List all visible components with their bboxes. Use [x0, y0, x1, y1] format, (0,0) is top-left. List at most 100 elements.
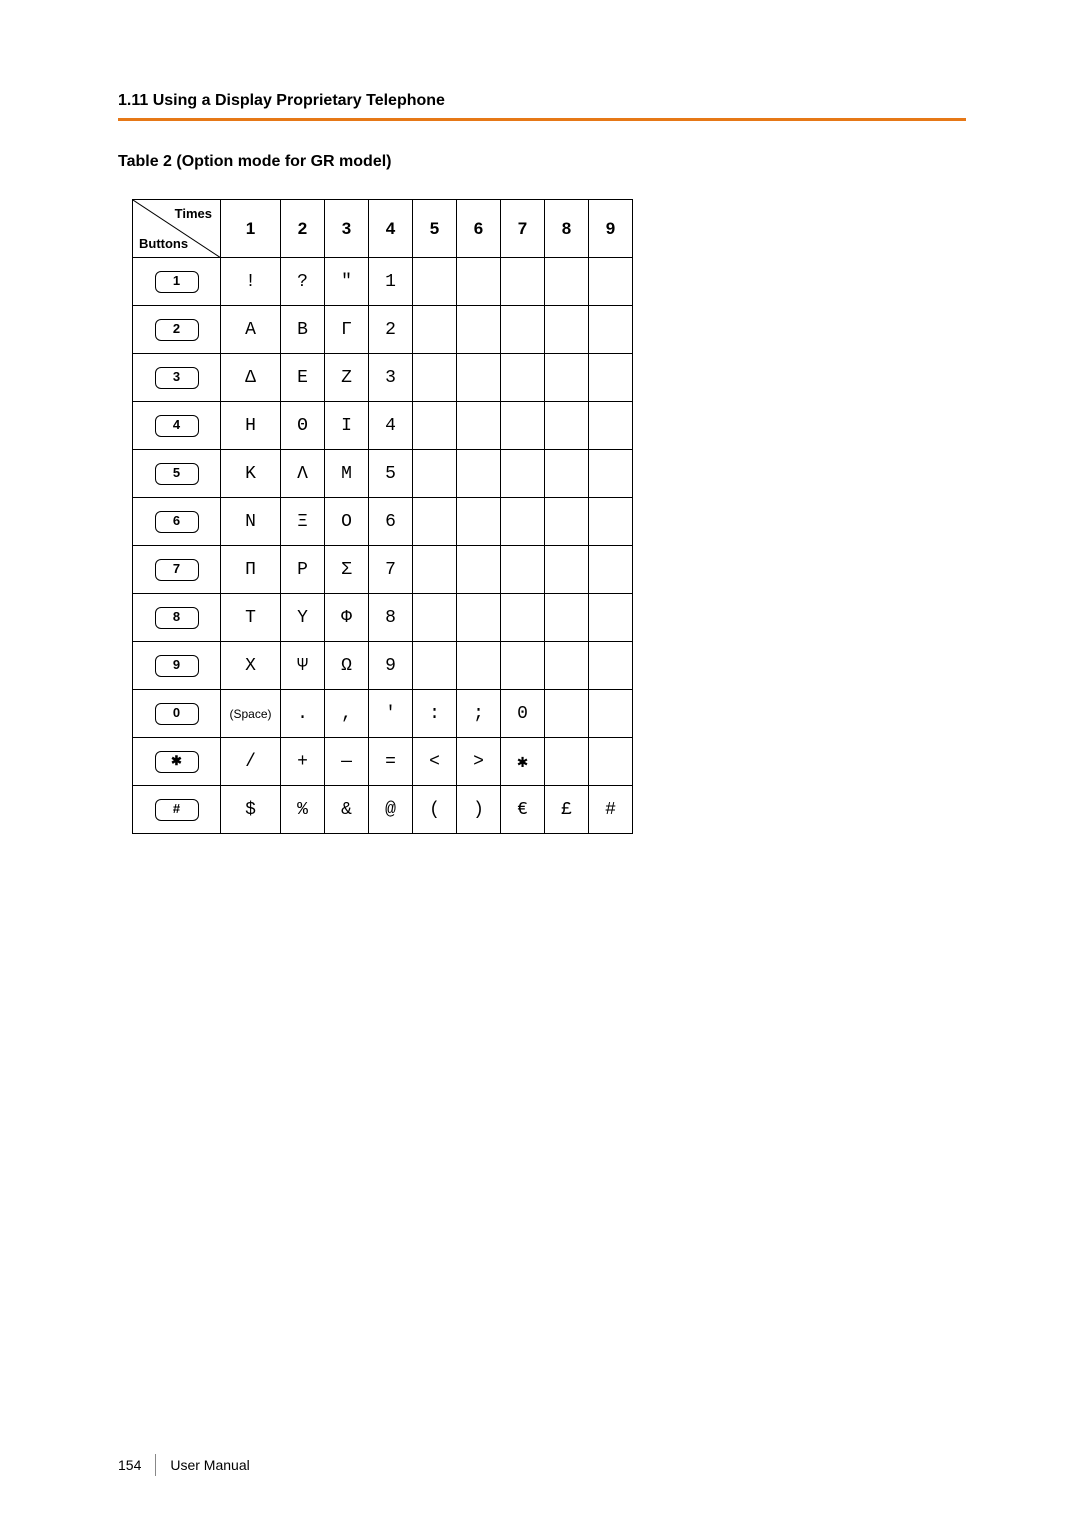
table-cell [589, 258, 633, 306]
table-cell: 7 [369, 546, 413, 594]
table-cell [589, 354, 633, 402]
keypad-button-icon: 9 [155, 655, 199, 677]
table-row: ✱/+—=<>✱ [133, 738, 633, 786]
row-header: 5 [133, 450, 221, 498]
table-cell: Θ [281, 402, 325, 450]
table-cell: Η [221, 402, 281, 450]
table-cell [457, 450, 501, 498]
column-header: 1 [221, 200, 281, 258]
table-cell: < [413, 738, 457, 786]
table-cell [545, 354, 589, 402]
table-cell [457, 402, 501, 450]
table-cell [545, 738, 589, 786]
table-cell: 3 [369, 354, 413, 402]
table-cell: Ξ [281, 498, 325, 546]
table-row: 0(Space).,':;0 [133, 690, 633, 738]
row-header: 7 [133, 546, 221, 594]
table-cell [545, 594, 589, 642]
column-header: 7 [501, 200, 545, 258]
section-title: 1.11 Using a Display Proprietary Telepho… [118, 92, 970, 110]
page-number: 154 [118, 1457, 141, 1473]
table-title: Table 2 (Option mode for GR model) [118, 153, 970, 171]
row-header: ✱ [133, 738, 221, 786]
table-cell: £ [545, 786, 589, 834]
table-row: 3ΔΕΖ3 [133, 354, 633, 402]
table-row: 7ΠΡΣ7 [133, 546, 633, 594]
table-cell: / [221, 738, 281, 786]
table-cell [589, 642, 633, 690]
table-cell [545, 402, 589, 450]
table-row: 8ΤΥΦ8 [133, 594, 633, 642]
row-header: # [133, 786, 221, 834]
table-cell: @ [369, 786, 413, 834]
table-cell: Ν [221, 498, 281, 546]
table-cell: Κ [221, 450, 281, 498]
table-cell: Φ [325, 594, 369, 642]
row-header: 2 [133, 306, 221, 354]
table-cell: > [457, 738, 501, 786]
table-cell [501, 354, 545, 402]
table-cell: ( [413, 786, 457, 834]
table-cell [589, 450, 633, 498]
table-cell: Ι [325, 402, 369, 450]
table-cell: 0 [501, 690, 545, 738]
table-cell: 8 [369, 594, 413, 642]
table-cell: 1 [369, 258, 413, 306]
table-cell: 4 [369, 402, 413, 450]
table-cell: 2 [369, 306, 413, 354]
table-cell: Σ [325, 546, 369, 594]
table-cell [457, 594, 501, 642]
table-cell [589, 594, 633, 642]
table-cell [501, 642, 545, 690]
table-cell: ✱ [501, 738, 545, 786]
table-cell [413, 594, 457, 642]
table-row: 2ΑΒΓ2 [133, 306, 633, 354]
table-cell [545, 450, 589, 498]
table-cell: " [325, 258, 369, 306]
table-cell [545, 498, 589, 546]
table-cell: ' [369, 690, 413, 738]
row-header: 0 [133, 690, 221, 738]
table-cell [501, 594, 545, 642]
keypad-button-icon: 0 [155, 703, 199, 725]
table-cell: — [325, 738, 369, 786]
table-cell: Α [221, 306, 281, 354]
row-header: 8 [133, 594, 221, 642]
table-cell [413, 354, 457, 402]
table-cell: . [281, 690, 325, 738]
table-cell [457, 354, 501, 402]
table-cell: # [589, 786, 633, 834]
footer-divider [155, 1454, 156, 1476]
table-cell [457, 546, 501, 594]
table-cell [589, 738, 633, 786]
table-cell [589, 546, 633, 594]
table-cell: % [281, 786, 325, 834]
keypad-button-icon: 3 [155, 367, 199, 389]
table-row: #$%&@()€£# [133, 786, 633, 834]
doc-label: User Manual [170, 1457, 249, 1473]
table-cell: ? [281, 258, 325, 306]
table-corner-cell: Times Buttons [133, 200, 221, 258]
table-cell [501, 258, 545, 306]
keypad-button-icon: # [155, 799, 199, 821]
keypad-button-icon: 1 [155, 271, 199, 293]
table-cell: 9 [369, 642, 413, 690]
table-row: 5ΚΛΜ5 [133, 450, 633, 498]
table-cell [413, 306, 457, 354]
column-header: 8 [545, 200, 589, 258]
table-cell: Λ [281, 450, 325, 498]
table-cell: = [369, 738, 413, 786]
table-cell [501, 306, 545, 354]
table-cell [501, 498, 545, 546]
row-header: 3 [133, 354, 221, 402]
corner-buttons-label: Buttons [139, 236, 188, 251]
table-cell: Ω [325, 642, 369, 690]
column-header: 9 [589, 200, 633, 258]
table-cell [589, 306, 633, 354]
table-cell [413, 402, 457, 450]
table-cell [457, 306, 501, 354]
table-cell [501, 450, 545, 498]
row-header: 6 [133, 498, 221, 546]
table-cell: Υ [281, 594, 325, 642]
page-footer: 154 User Manual [118, 1454, 250, 1476]
